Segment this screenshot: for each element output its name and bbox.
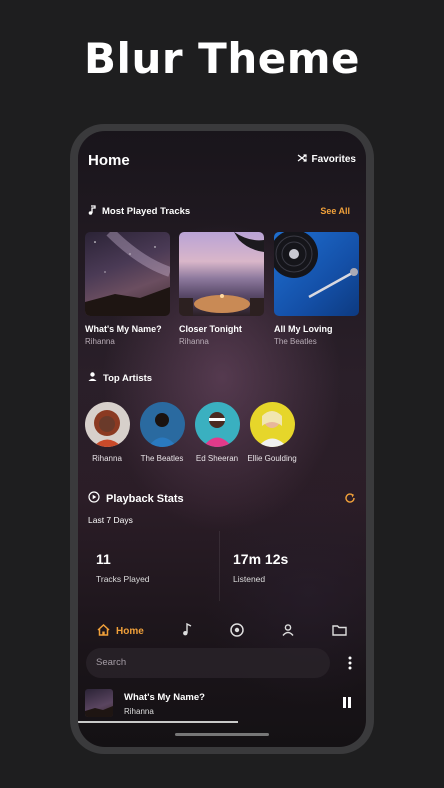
track-card[interactable]: What's My Name? Rihanna bbox=[85, 232, 170, 346]
now-playing-title: What's My Name? bbox=[124, 692, 205, 703]
phone-frame: Home Favorites Most Played Tracks See Al… bbox=[70, 124, 374, 754]
avatar bbox=[249, 402, 295, 447]
music-note-icon bbox=[88, 205, 96, 218]
artist-item[interactable]: The Beatles bbox=[136, 402, 188, 464]
folder-icon bbox=[332, 624, 347, 639]
app-screen: Home Favorites Most Played Tracks See Al… bbox=[78, 131, 366, 747]
album-art bbox=[179, 232, 264, 316]
progress-bar[interactable] bbox=[78, 721, 238, 723]
track-title: All My Loving bbox=[274, 324, 333, 334]
divider bbox=[219, 531, 220, 601]
top-artists-heading: Top Artists bbox=[88, 372, 152, 384]
album-art bbox=[274, 232, 359, 316]
artist-name: Ed Sheeran bbox=[195, 454, 239, 463]
most-played-heading: Most Played Tracks bbox=[88, 205, 190, 218]
track-artist: The Beatles bbox=[274, 337, 317, 346]
track-card[interactable]: Closer Tonight Rihanna bbox=[179, 232, 264, 346]
artist-item[interactable]: Rihanna bbox=[81, 402, 133, 464]
person-icon bbox=[88, 372, 97, 384]
artist-name: Ellie Goulding bbox=[247, 454, 297, 463]
home-icon bbox=[97, 623, 110, 639]
nav-home[interactable]: Home bbox=[97, 623, 144, 639]
artist-name: Rihanna bbox=[92, 454, 122, 463]
music-note-icon bbox=[182, 622, 192, 639]
stats-period: Last 7 Days bbox=[88, 515, 133, 525]
stat-card: 11 Tracks Played bbox=[88, 537, 213, 592]
stat-card: 17m 12s Listened bbox=[225, 537, 350, 592]
now-playing-artist: Rihanna bbox=[124, 707, 154, 716]
nav-artists[interactable] bbox=[282, 623, 294, 639]
shuffle-icon bbox=[297, 153, 307, 166]
playback-stats-heading: Playback Stats bbox=[88, 491, 184, 506]
stat-label: Listened bbox=[233, 574, 266, 584]
stat-value: 11 bbox=[96, 551, 111, 567]
page-title: Home bbox=[88, 152, 130, 169]
artist-name: The Beatles bbox=[140, 454, 184, 463]
nav-folders[interactable] bbox=[332, 624, 347, 639]
stat-label: Tracks Played bbox=[96, 574, 150, 584]
play-circle-icon bbox=[88, 491, 100, 506]
nav-albums[interactable] bbox=[230, 622, 244, 640]
avatar bbox=[194, 402, 240, 447]
avatar bbox=[84, 402, 130, 447]
more-options-button[interactable] bbox=[348, 656, 352, 675]
favorites-button[interactable]: Favorites bbox=[297, 153, 356, 166]
search-bar[interactable]: Search bbox=[86, 648, 330, 678]
nav-tracks[interactable] bbox=[182, 622, 192, 639]
track-artist: Rihanna bbox=[179, 337, 209, 346]
track-title: Closer Tonight bbox=[179, 324, 242, 334]
artist-item[interactable]: Ed Sheeran bbox=[191, 402, 243, 464]
pause-button[interactable] bbox=[342, 695, 352, 713]
home-indicator bbox=[175, 733, 269, 736]
person-icon bbox=[282, 623, 294, 639]
track-title: What's My Name? bbox=[85, 324, 162, 334]
kebab-menu-icon bbox=[348, 656, 352, 674]
stat-value: 17m 12s bbox=[233, 551, 289, 567]
favorites-label: Favorites bbox=[311, 154, 356, 165]
top-artists-label: Top Artists bbox=[103, 372, 153, 384]
pause-icon bbox=[342, 695, 352, 712]
now-playing-art bbox=[85, 689, 113, 717]
mini-player[interactable]: What's My Name? Rihanna bbox=[78, 685, 366, 729]
track-card[interactable]: All My Loving The Beatles bbox=[274, 232, 359, 346]
album-art bbox=[85, 232, 170, 316]
search-input[interactable]: Search bbox=[96, 657, 126, 668]
avatar bbox=[139, 402, 185, 447]
most-played-label: Most Played Tracks bbox=[102, 206, 191, 217]
artist-item[interactable]: Ellie Goulding bbox=[246, 402, 298, 464]
headline: Blur Theme bbox=[84, 34, 360, 83]
disc-icon bbox=[230, 622, 244, 640]
playback-stats-label: Playback Stats bbox=[106, 492, 184, 505]
bottom-nav: Home bbox=[78, 612, 366, 650]
refresh-icon bbox=[344, 491, 356, 508]
refresh-button[interactable] bbox=[344, 491, 356, 509]
see-all-link[interactable]: See All bbox=[320, 206, 350, 216]
nav-home-label: Home bbox=[116, 625, 144, 637]
track-artist: Rihanna bbox=[85, 337, 115, 346]
